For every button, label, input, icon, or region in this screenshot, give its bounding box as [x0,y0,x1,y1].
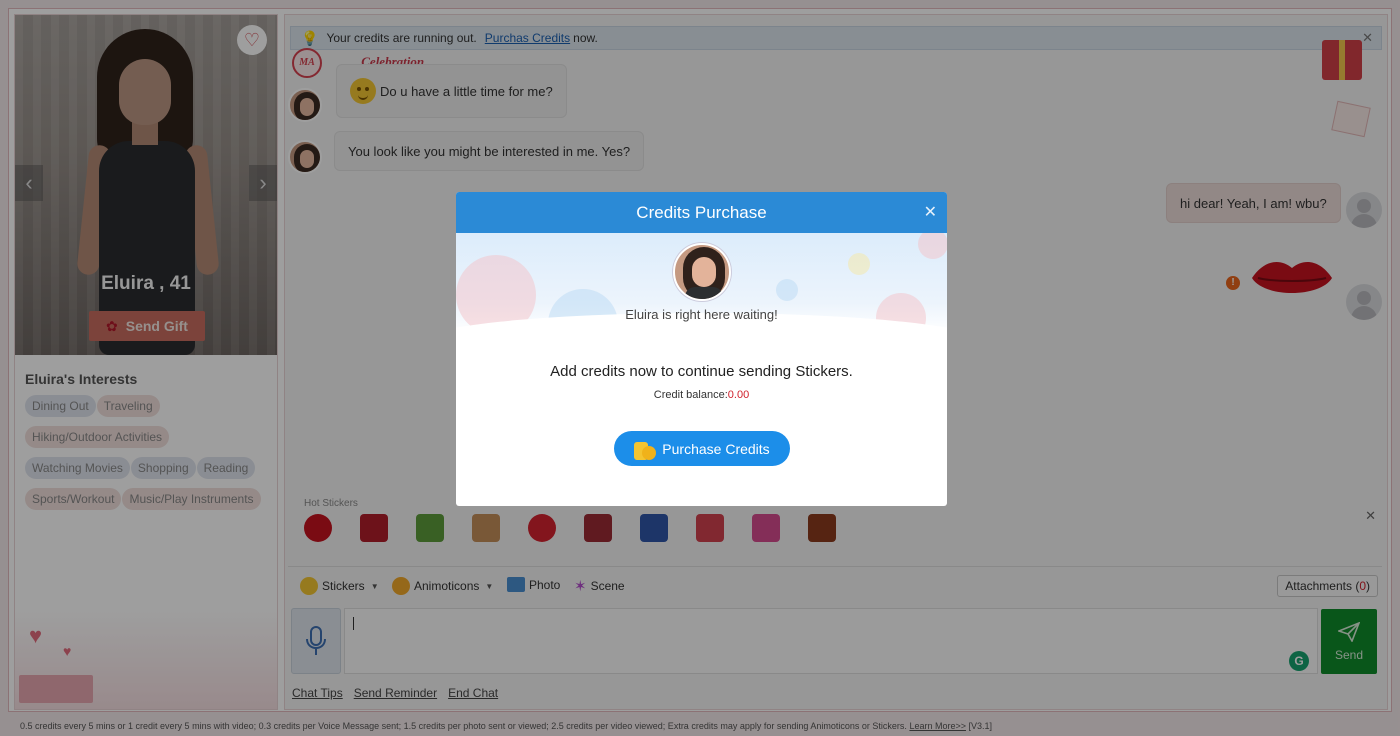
decor-bubble [848,253,870,275]
purchase-credits-button[interactable]: Purchase Credits [614,431,790,466]
modal-waiting-text: Eluira is right here waiting! [625,307,778,322]
decor-bubble [776,279,798,301]
purchase-credits-label: Purchase Credits [662,440,770,457]
coins-icon [634,438,657,460]
modal-title: Credits Purchase [636,203,767,222]
balance-value: 0.00 [727,389,750,401]
balance-label: Credit balance: [653,389,728,401]
avatar-body [685,287,723,299]
modal-header: Credits Purchase ✕ [456,192,947,233]
credits-purchase-modal: Credits Purchase ✕ Eluira is right here … [456,192,947,506]
credit-balance: Credit balance:0.00 [456,389,947,401]
modal-message: Add credits now to continue sending Stic… [550,363,853,380]
decor-bubble [918,233,947,259]
modal-hero: Eluira is right here waiting! [456,233,947,333]
modal-close-icon[interactable]: ✕ [924,192,937,233]
modal-avatar [673,243,731,301]
avatar-face [692,257,716,287]
